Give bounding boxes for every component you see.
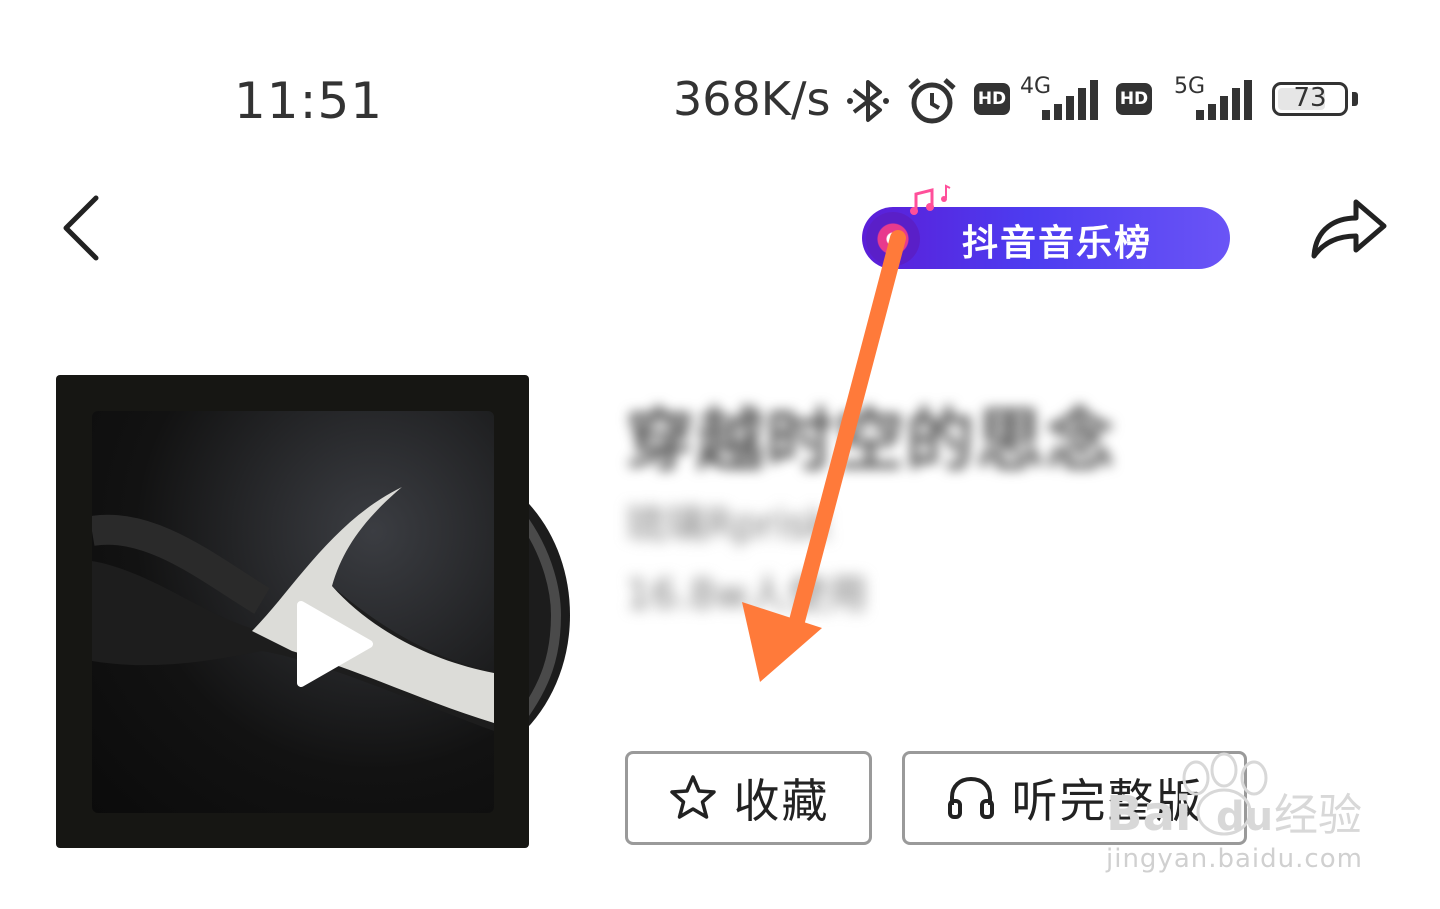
favorite-button[interactable]: 收藏	[625, 751, 872, 845]
signal-5g-icon	[1196, 80, 1252, 120]
network-speed: 368K/s	[673, 72, 831, 126]
music-chart-label: 抖音音乐榜	[962, 223, 1153, 264]
alarm-icon	[908, 78, 956, 124]
song-title: 穿越时空的思念	[626, 402, 1117, 481]
hd-badge-icon: HD	[1116, 83, 1152, 115]
bluetooth-icon	[847, 80, 889, 122]
watermark-url: jingyan.baidu.com	[1106, 844, 1363, 874]
share-icon[interactable]	[1306, 190, 1392, 266]
album-cover[interactable]	[56, 375, 529, 848]
album-art	[92, 411, 494, 813]
battery-percent: 73	[1293, 83, 1327, 113]
svg-text:经验: 经验	[1274, 790, 1362, 841]
favorite-label: 收藏	[733, 774, 830, 828]
song-artist[interactable]: 琉璃Rprisk	[626, 492, 831, 550]
status-time: 11:51	[234, 72, 384, 130]
album-artwork-image	[92, 487, 494, 731]
svg-text:du: du	[1216, 794, 1273, 840]
song-usage-count: 16.8w人使用	[626, 572, 868, 618]
battery-tip	[1352, 92, 1358, 106]
disc-icon	[866, 212, 920, 266]
music-note-icon	[910, 184, 951, 215]
hd-badge-icon: HD	[974, 83, 1010, 115]
svg-text:Bai: Bai	[1106, 786, 1191, 842]
battery-icon: 73	[1272, 82, 1348, 116]
chevron-left-icon[interactable]	[56, 190, 112, 266]
signal-4g-icon	[1042, 80, 1098, 120]
headphones-icon	[947, 776, 994, 819]
star-icon	[669, 775, 716, 819]
play-icon[interactable]	[295, 599, 375, 689]
